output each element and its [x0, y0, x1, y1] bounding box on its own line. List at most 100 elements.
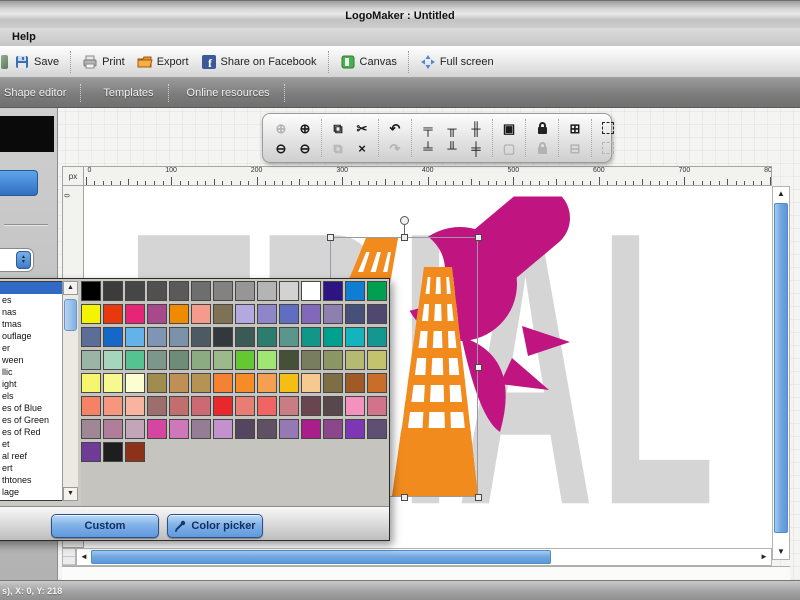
color-swatch[interactable] — [125, 304, 145, 324]
ungroup-button[interactable]: ⊟ — [565, 139, 585, 158]
list-scroll-down-arrow[interactable]: ▼ — [63, 487, 78, 501]
color-picker-button[interactable]: Color picker — [167, 514, 263, 538]
color-swatch[interactable] — [301, 327, 321, 347]
vertical-scrollbar[interactable]: ▲ ▼ — [772, 186, 790, 560]
color-swatch[interactable] — [367, 396, 387, 416]
color-swatch[interactable] — [103, 396, 123, 416]
align-top-button[interactable]: ╤ — [418, 119, 438, 138]
color-swatch[interactable] — [345, 304, 365, 324]
color-swatch[interactable] — [213, 350, 233, 370]
align-top-center-button[interactable]: ╥ — [442, 119, 462, 138]
color-swatch[interactable] — [147, 419, 167, 439]
color-swatch[interactable] — [103, 327, 123, 347]
handle-top-left[interactable] — [327, 234, 334, 241]
color-swatch[interactable] — [169, 373, 189, 393]
color-swatch[interactable] — [301, 419, 321, 439]
color-swatch[interactable] — [213, 419, 233, 439]
color-swatch[interactable] — [345, 373, 365, 393]
color-swatch[interactable] — [81, 442, 101, 462]
color-swatch[interactable] — [367, 419, 387, 439]
color-swatch[interactable] — [147, 327, 167, 347]
color-swatch[interactable] — [367, 373, 387, 393]
color-swatch[interactable] — [323, 327, 343, 347]
color-swatch[interactable] — [147, 350, 167, 370]
group-button[interactable]: ⊞ — [565, 119, 585, 138]
zoom-out-button[interactable]: ⊖ — [271, 139, 291, 158]
color-swatch[interactable] — [125, 373, 145, 393]
color-swatch[interactable] — [169, 327, 189, 347]
color-swatch[interactable] — [125, 419, 145, 439]
color-swatch[interactable] — [323, 350, 343, 370]
color-swatch[interactable] — [213, 396, 233, 416]
color-swatch[interactable] — [103, 442, 123, 462]
tab-templates[interactable]: Templates — [89, 78, 167, 108]
color-swatch[interactable] — [279, 419, 299, 439]
handle-bottom-right[interactable] — [475, 494, 482, 501]
color-swatch[interactable] — [323, 304, 343, 324]
color-swatch[interactable] — [213, 281, 233, 301]
color-swatch[interactable] — [125, 350, 145, 370]
color-swatch[interactable] — [191, 281, 211, 301]
scroll-left-arrow[interactable]: ◄ — [77, 550, 91, 564]
partial-toolbar-button[interactable] — [1, 54, 8, 69]
tab-shape-editor[interactable]: Shape editor — [0, 78, 80, 108]
paste-button[interactable]: ⧉ — [328, 139, 348, 158]
copy-button[interactable]: ⧉ — [328, 119, 348, 138]
color-swatch[interactable] — [147, 281, 167, 301]
color-swatch[interactable] — [103, 419, 123, 439]
color-swatch[interactable] — [191, 327, 211, 347]
color-swatch[interactable] — [213, 327, 233, 347]
color-swatch[interactable] — [235, 396, 255, 416]
export-button[interactable]: Export — [131, 51, 195, 73]
color-swatch[interactable] — [257, 373, 277, 393]
color-swatch[interactable] — [235, 327, 255, 347]
zoom-in-button[interactable]: ⊕ — [295, 119, 315, 138]
tab-online-resources[interactable]: Online resources — [173, 78, 284, 108]
undo-button[interactable]: ↶ — [385, 119, 405, 138]
color-swatch[interactable] — [235, 373, 255, 393]
handle-middle-right[interactable] — [475, 364, 482, 371]
print-button[interactable]: Print — [76, 51, 131, 73]
vertical-scroll-thumb[interactable] — [774, 203, 788, 533]
color-swatch[interactable] — [345, 419, 365, 439]
zoom-fit-button[interactable]: ⊖ — [295, 139, 315, 158]
color-swatch[interactable] — [279, 281, 299, 301]
zoom-tool-button[interactable]: ⊕ — [271, 119, 291, 138]
color-swatch[interactable] — [345, 396, 365, 416]
align-bottom-button[interactable]: ╧ — [418, 139, 438, 158]
palette-select-dropdown[interactable]: ▲ ▼ — [0, 248, 34, 272]
color-swatch[interactable] — [191, 350, 211, 370]
color-swatch[interactable] — [257, 281, 277, 301]
color-swatch[interactable] — [191, 373, 211, 393]
color-swatch[interactable] — [103, 373, 123, 393]
save-button[interactable]: Save — [8, 51, 65, 73]
color-swatch[interactable] — [81, 350, 101, 370]
color-preview-swatch[interactable] — [0, 116, 54, 152]
color-swatch[interactable] — [257, 327, 277, 347]
rotation-handle[interactable] — [400, 216, 409, 225]
color-swatch[interactable] — [279, 373, 299, 393]
color-swatch[interactable] — [191, 419, 211, 439]
scroll-up-arrow[interactable]: ▲ — [774, 187, 788, 201]
color-swatch[interactable] — [301, 373, 321, 393]
color-swatch[interactable] — [191, 396, 211, 416]
dropdown-stepper[interactable]: ▲ ▼ — [16, 251, 31, 269]
lock-button[interactable] — [532, 119, 552, 138]
color-swatch[interactable] — [323, 373, 343, 393]
color-swatch[interactable] — [279, 396, 299, 416]
color-swatch[interactable] — [235, 304, 255, 324]
align-center-horizontal-button[interactable]: ╫ — [466, 119, 486, 138]
color-swatch[interactable] — [257, 350, 277, 370]
color-swatch[interactable] — [301, 281, 321, 301]
canvas-button[interactable]: Canvas — [334, 51, 403, 73]
color-swatch[interactable] — [81, 419, 101, 439]
handle-bottom-center[interactable] — [401, 494, 408, 501]
color-swatch[interactable] — [301, 304, 321, 324]
facebook-share-button[interactable]: f Share on Facebook — [195, 51, 323, 73]
color-swatch[interactable] — [323, 396, 343, 416]
unlock-button[interactable] — [532, 139, 552, 158]
color-swatch[interactable] — [191, 304, 211, 324]
sidebar-selected-item[interactable] — [0, 170, 38, 196]
color-swatch[interactable] — [81, 304, 101, 324]
color-swatch[interactable] — [345, 327, 365, 347]
